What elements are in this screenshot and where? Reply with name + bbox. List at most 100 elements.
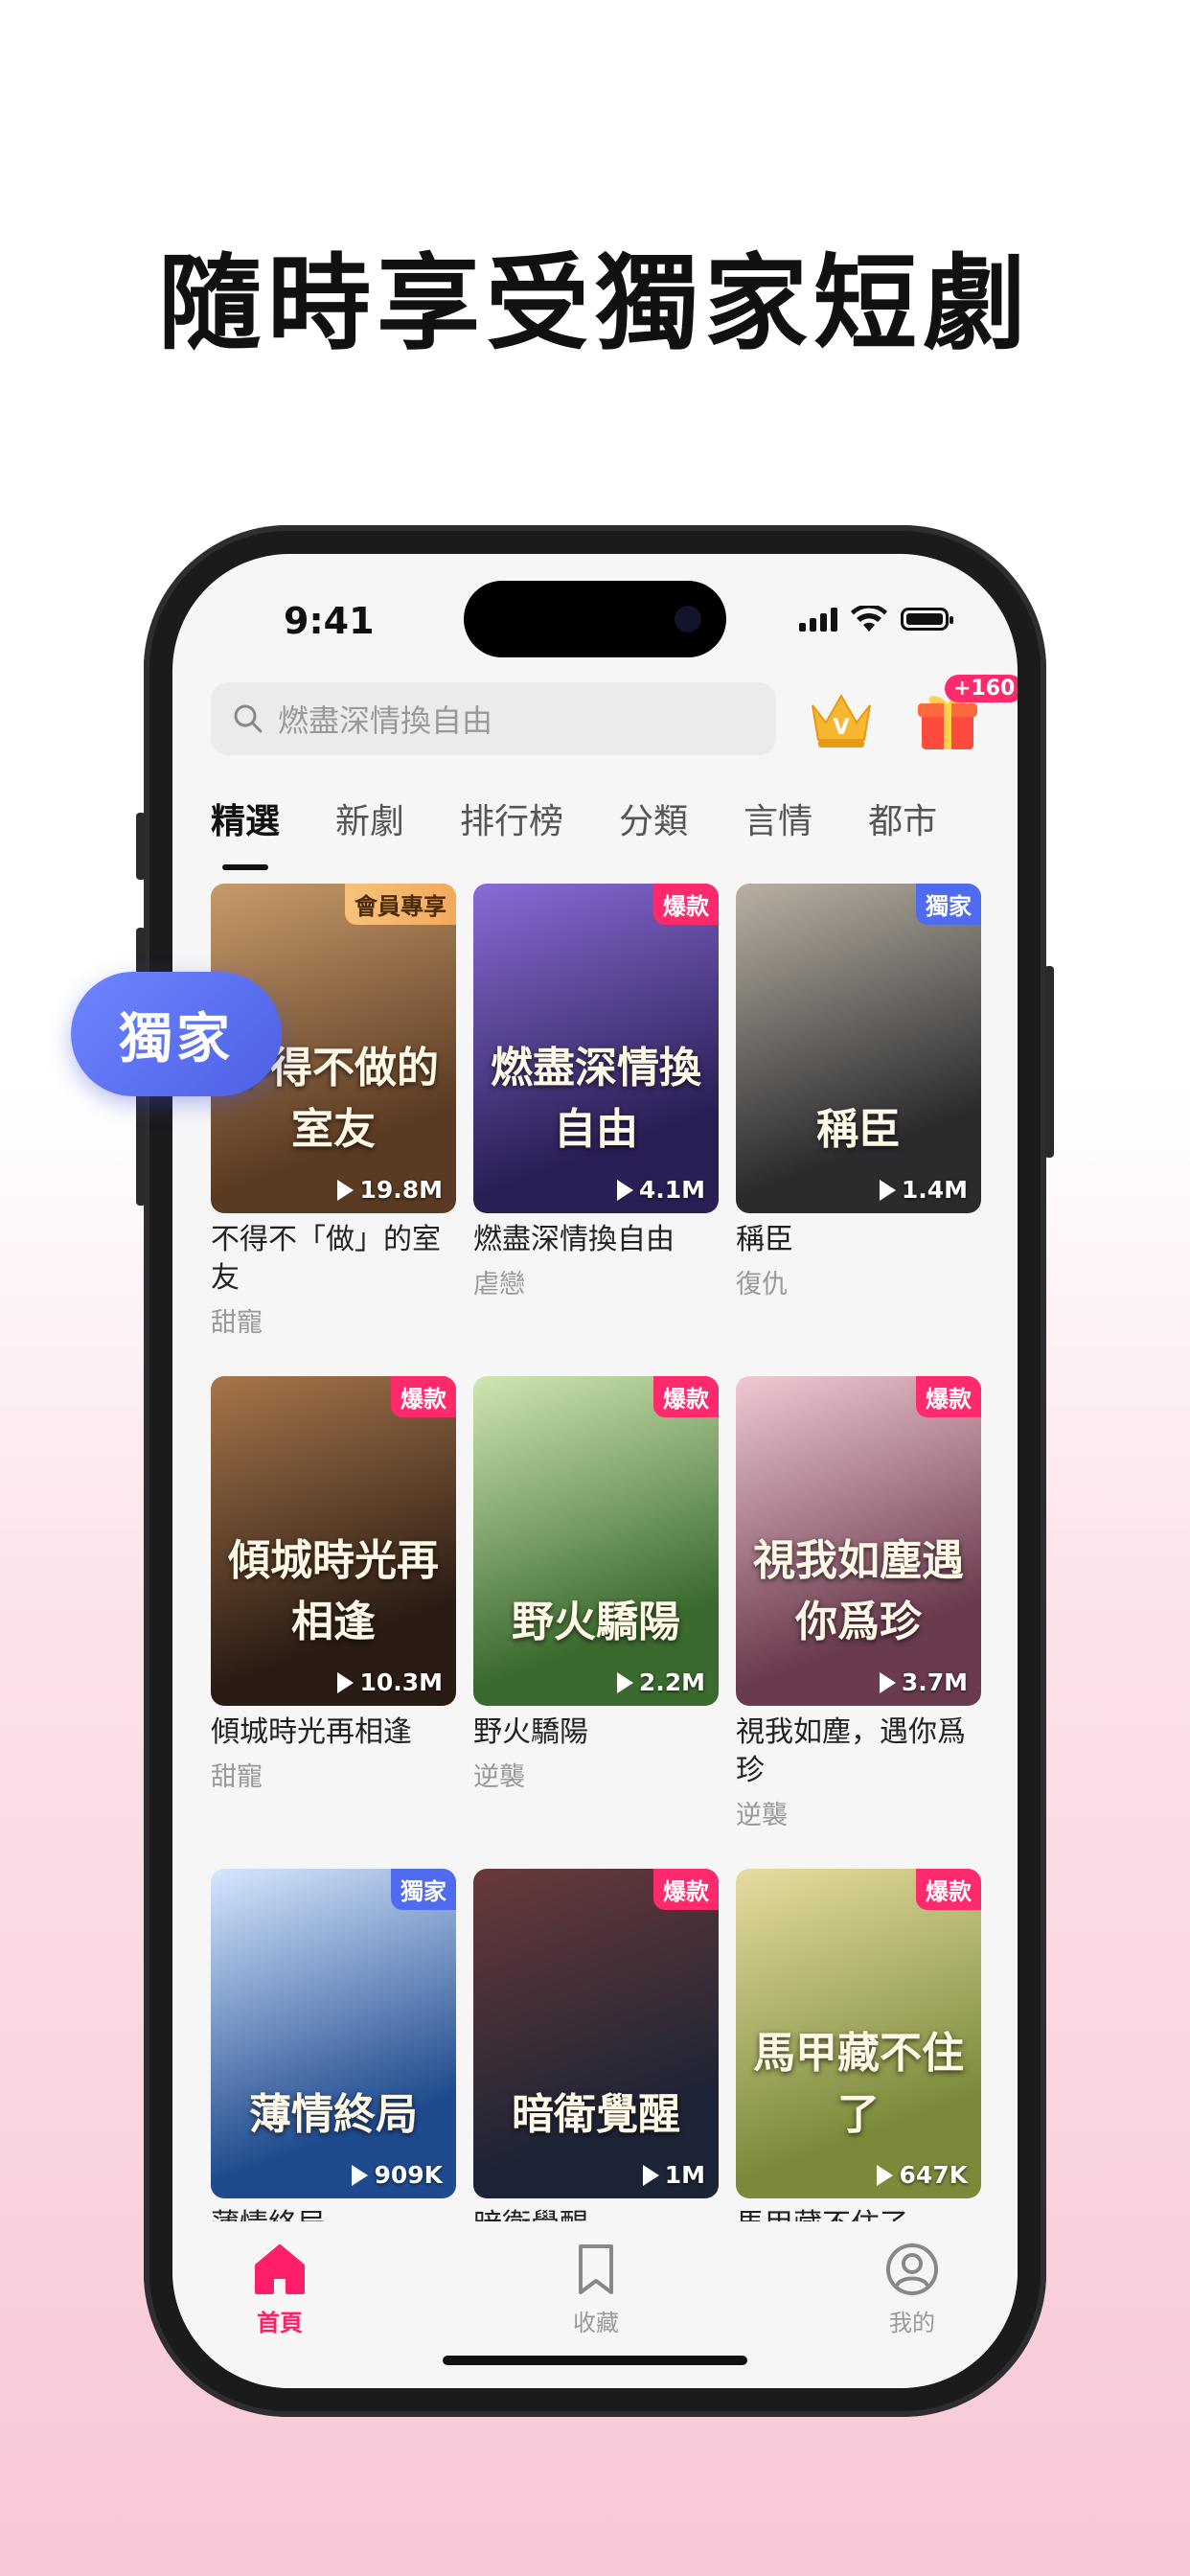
- drama-title[interactable]: 稱臣: [736, 1221, 981, 1259]
- drama-card[interactable]: 燃盡深情換自由 爆款 4.1M 燃盡深情換自由虐戀: [473, 884, 719, 1300]
- drama-title[interactable]: 不得不「做」的室友: [211, 1221, 456, 1298]
- wifi-icon: [851, 606, 887, 632]
- drama-badge: 爆款: [653, 1869, 719, 1910]
- poster-title: 薄情終局: [249, 2090, 418, 2139]
- drama-genre: 虐戀: [473, 1270, 525, 1300]
- play-icon: [616, 1179, 633, 1201]
- exclusive-pill: 獨家: [71, 972, 282, 1096]
- nav-profile[interactable]: 我的: [855, 2241, 970, 2337]
- play-icon: [352, 2164, 369, 2186]
- drama-poster[interactable]: 暗衛覺醒 爆款 1M: [473, 1869, 719, 2198]
- svg-text:V: V: [833, 716, 849, 740]
- drama-badge: 爆款: [653, 1376, 719, 1417]
- drama-title[interactable]: 傾城時光再相逢: [211, 1714, 456, 1752]
- nav-home[interactable]: 首頁: [222, 2241, 337, 2337]
- poster-title: 野火驕陽: [512, 1598, 680, 1646]
- profile-icon: [886, 2243, 938, 2295]
- poster-title: 傾城時光再相逢: [228, 1536, 439, 1646]
- vip-crown-icon[interactable]: V: [807, 686, 876, 753]
- view-count-text: 909K: [374, 2161, 443, 2189]
- nav-favorites-label: 收藏: [573, 2310, 619, 2336]
- drama-badge: 爆款: [916, 1376, 981, 1417]
- home-indicator[interactable]: [443, 2356, 747, 2365]
- view-count: 10.3M: [337, 1668, 443, 1696]
- poster-title: 視我如塵遇你爲珍: [753, 1536, 964, 1646]
- play-icon: [879, 1179, 896, 1201]
- view-count: 3.7M: [879, 1668, 968, 1696]
- play-icon: [642, 2164, 659, 2186]
- drama-badge: 爆款: [391, 1376, 456, 1417]
- status-time: 9:41: [284, 600, 375, 642]
- poster-artwork: [211, 1869, 456, 2198]
- view-count-text: 1.4M: [901, 1176, 968, 1204]
- drama-card[interactable]: 稱臣 獨家 1.4M 稱臣 復仇: [736, 884, 981, 1300]
- drama-card[interactable]: 視我如塵遇你爲珍 爆款 3.7M 視我如塵，遇你爲珍逆襲: [736, 1376, 981, 1831]
- drama-badge: 爆款: [916, 1869, 981, 1910]
- tab-5[interactable]: 都市: [868, 794, 937, 851]
- poster-title: 馬甲藏不住了: [753, 2029, 964, 2139]
- poster-title: 稱臣: [816, 1105, 901, 1154]
- view-count-text: 3.7M: [901, 1668, 968, 1696]
- view-count-text: 10.3M: [359, 1668, 443, 1696]
- drama-genre: 復仇: [736, 1270, 788, 1300]
- drama-card[interactable]: 馬甲藏不住了 爆款 647K馬甲藏不住了: [736, 1869, 981, 2244]
- poster-artwork: [736, 884, 981, 1213]
- power-button: [1044, 966, 1054, 1158]
- view-count-text: 647K: [899, 2161, 968, 2189]
- drama-card[interactable]: 不得不做的室友 會員專享 19.8M 不得不「做」的室友 甜寵: [211, 884, 456, 1339]
- drama-title[interactable]: 視我如塵，遇你爲珍: [736, 1714, 981, 1790]
- view-count: 19.8M: [337, 1176, 443, 1204]
- drama-poster[interactable]: 稱臣 獨家 1.4M: [736, 884, 981, 1213]
- category-tabs: 精選 新劇 排行榜 分類 言情 都市: [211, 794, 1018, 870]
- search-bar[interactable]: 燃盡深情換自由: [211, 682, 776, 755]
- drama-genre: 甜寵: [211, 1762, 263, 1792]
- drama-title[interactable]: 燃盡深情換自由: [473, 1221, 719, 1259]
- status-icons: [799, 606, 953, 632]
- tab-2[interactable]: 排行榜: [460, 794, 563, 851]
- view-count-text: 4.1M: [638, 1176, 705, 1204]
- gift-count-badge: +160: [945, 675, 1018, 702]
- home-icon: [255, 2244, 305, 2294]
- drama-poster[interactable]: 薄情終局 獨家 909K: [211, 1869, 456, 2198]
- poster-artwork: [473, 1376, 719, 1706]
- nav-home-label: 首頁: [257, 2310, 303, 2336]
- view-count: 909K: [352, 2161, 443, 2189]
- tab-0[interactable]: 精選: [211, 794, 280, 870]
- drama-badge: 獨家: [391, 1869, 456, 1910]
- search-placeholder: 燃盡深情換自由: [278, 702, 493, 739]
- view-count: 1M: [642, 2161, 705, 2189]
- view-count: 647K: [877, 2161, 968, 2189]
- drama-card[interactable]: 暗衛覺醒 爆款 1M暗衛覺醒: [473, 1869, 719, 2244]
- poster-artwork: [473, 1869, 719, 2198]
- dynamic-island: [464, 581, 726, 657]
- nav-profile-label: 我的: [889, 2310, 935, 2336]
- promo-headline: 隨時享受獨家短劇: [157, 244, 1032, 364]
- signal-icon: [799, 607, 837, 632]
- play-icon: [337, 1671, 355, 1693]
- camera-icon: [675, 606, 701, 632]
- drama-genre: 逆襲: [473, 1762, 525, 1792]
- drama-card[interactable]: 傾城時光再相逢 爆款 10.3M 傾城時光再相逢甜寵: [211, 1376, 456, 1793]
- nav-favorites[interactable]: 收藏: [538, 2241, 653, 2337]
- play-icon: [337, 1179, 355, 1201]
- volume-down-button: [136, 1081, 146, 1206]
- drama-badge: 會員專享: [345, 884, 456, 925]
- drama-card[interactable]: 野火驕陽 爆款 2.2M 野火驕陽 逆襲: [473, 1376, 719, 1793]
- drama-card[interactable]: 薄情終局 獨家 909K薄情終局: [211, 1869, 456, 2244]
- drama-poster[interactable]: 馬甲藏不住了 爆款 647K: [736, 1869, 981, 2198]
- tab-4[interactable]: 言情: [744, 794, 812, 851]
- drama-title[interactable]: 野火驕陽: [473, 1714, 719, 1752]
- drama-poster[interactable]: 視我如塵遇你爲珍 爆款 3.7M: [736, 1376, 981, 1706]
- tab-3[interactable]: 分類: [619, 794, 688, 851]
- drama-poster[interactable]: 燃盡深情換自由 爆款 4.1M: [473, 884, 719, 1213]
- mute-switch: [136, 813, 146, 880]
- drama-poster[interactable]: 傾城時光再相逢 爆款 10.3M: [211, 1376, 456, 1706]
- drama-poster[interactable]: 野火驕陽 爆款 2.2M: [473, 1376, 719, 1706]
- drama-genre: 逆襲: [736, 1801, 788, 1830]
- poster-title: 暗衛覺醒: [512, 2090, 680, 2139]
- view-count: 4.1M: [616, 1176, 705, 1204]
- tab-1[interactable]: 新劇: [335, 794, 404, 851]
- bookmark-icon: [579, 2244, 613, 2294]
- view-count: 1.4M: [879, 1176, 968, 1204]
- view-count-text: 1M: [664, 2161, 705, 2189]
